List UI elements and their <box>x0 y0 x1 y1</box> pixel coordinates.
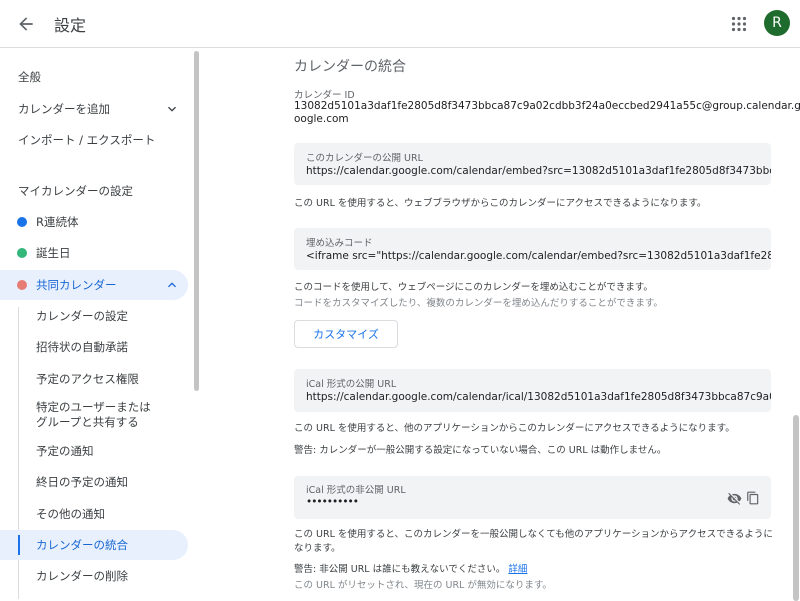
ical-public-url-label: iCal 形式の公開 URL <box>306 379 397 390</box>
embed-code-label: 埋め込みコード <box>306 238 373 249</box>
page-title: 設定 <box>54 16 87 35</box>
sidebar-item-label: R連続体 <box>36 215 79 229</box>
apps-grid-icon[interactable] <box>727 12 751 36</box>
ical-private-url-field[interactable]: iCal 形式の非公開 URL •••••••••• <box>294 476 771 519</box>
ical-private-warning: 警告: 非公開 URL は誰にも教えないでください。 詳細 <box>294 563 774 577</box>
public-url-label: このカレンダーの公開 URL <box>306 153 423 164</box>
ical-private-url-value: •••••••••• <box>306 496 359 508</box>
chevron-up-icon <box>168 282 176 288</box>
ical-public-url-value: https://calendar.google.com/calendar/ica… <box>306 391 771 403</box>
avatar[interactable]: R <box>764 10 790 36</box>
sidebar-item-add-calendar[interactable]: カレンダーを追加 <box>0 94 188 124</box>
copy-icon[interactable] <box>744 489 762 507</box>
public-url-help: この URL を使用すると、ウェブブラウザからこのカレンダーにアクセスできるよう… <box>294 198 707 209</box>
sidebar-sub-allday-notifications[interactable]: 終日の予定の通知 <box>0 467 188 497</box>
sidebar-sub-share-with-people[interactable]: 特定のユーザーまたはグループと共有する <box>0 397 160 433</box>
sidebar-sub-event-notifications[interactable]: 予定の通知 <box>0 436 188 466</box>
embed-code-help: このコードを使用して、ウェブページにこのカレンダーを埋め込むことができます。 <box>294 282 653 293</box>
ical-private-reset-note: この URL がリセットされ、現在の URL が無効になります。 <box>294 580 552 591</box>
ical-public-help: この URL を使用すると、他のアプリケーションからこのカレンダーにアクセスでき… <box>294 423 735 434</box>
calendar-color-dot <box>17 280 27 290</box>
customize-button[interactable]: カスタマイズ <box>294 320 398 348</box>
visibility-off-icon[interactable] <box>725 489 743 507</box>
calendar-color-dot <box>17 217 27 227</box>
settings-sidebar: 全般 カレンダーを追加 インポート / エクスポート マイカレンダーの設定 R連… <box>0 49 199 601</box>
ical-public-url-field[interactable]: iCal 形式の公開 URL https://calendar.google.c… <box>294 369 771 412</box>
app-header: 設定 R <box>0 0 800 48</box>
ical-private-url-label: iCal 形式の非公開 URL <box>306 485 406 496</box>
calendar-color-dot <box>17 248 27 258</box>
sidebar-sub-integrate-calendar[interactable]: カレンダーの統合 <box>0 530 188 560</box>
sidebar-calendar-shared[interactable]: 共同カレンダー <box>0 270 188 300</box>
sidebar-sub-other-notifications[interactable]: その他の通知 <box>0 499 188 529</box>
sidebar-sub-access-permissions[interactable]: 予定のアクセス権限 <box>0 364 188 394</box>
calendar-id-value-line1: 13082d5101a3daf1fe2805d8f3473bbca87c9a02… <box>294 100 800 112</box>
sidebar-sub-remove-calendar[interactable]: カレンダーの削除 <box>0 561 188 591</box>
settings-main: カレンダーの統合 カレンダー ID 13082d5101a3daf1fe2805… <box>200 49 800 601</box>
public-url-value: https://calendar.google.com/calendar/emb… <box>306 165 771 177</box>
chevron-down-icon <box>168 106 176 112</box>
embed-code-customize-note: コードをカスタマイズしたり、複数のカレンダーを埋め込んだりすることができます。 <box>294 298 663 309</box>
embed-code-value: <iframe src="https://calendar.google.com… <box>306 250 771 262</box>
embed-code-field[interactable]: 埋め込みコード <iframe src="https://calendar.go… <box>294 228 771 270</box>
active-indicator <box>18 535 20 555</box>
sidebar-sub-calendar-settings[interactable]: カレンダーの設定 <box>0 301 188 331</box>
section-title: カレンダーの統合 <box>294 59 406 75</box>
sidebar-item-label: カレンダーを追加 <box>18 102 110 116</box>
sidebar-item-label: 共同カレンダー <box>36 278 117 292</box>
ical-private-warning-text: 警告: 非公開 URL は誰にも教えないでください。 <box>294 564 506 575</box>
sidebar-item-import-export[interactable]: インポート / エクスポート <box>0 125 188 155</box>
calendar-id-value-line2: oogle.com <box>294 113 349 125</box>
ical-private-help-line1: この URL を使用すると、このカレンダーを一般公開しなくても他のアプリケーショ… <box>294 529 773 540</box>
sidebar-item-general[interactable]: 全般 <box>0 62 188 92</box>
my-calendars-heading: マイカレンダーの設定 <box>18 184 133 198</box>
back-arrow-icon[interactable] <box>12 10 40 38</box>
sidebar-calendar-birthdays[interactable]: 誕生日 <box>0 238 188 268</box>
ical-public-warning: 警告: カレンダーが一般公開する設定になっていない場合、この URL は動作しま… <box>294 445 667 456</box>
public-url-field[interactable]: このカレンダーの公開 URL https://calendar.google.c… <box>294 143 771 185</box>
main-scrollbar[interactable] <box>793 415 799 601</box>
ical-private-help-line2: なります。 <box>294 543 341 554</box>
learn-more-link[interactable]: 詳細 <box>508 564 527 575</box>
sidebar-scrollbar[interactable] <box>194 51 199 391</box>
sidebar-item-label: 誕生日 <box>36 246 71 260</box>
sidebar-calendar-r[interactable]: R連続体 <box>0 207 188 237</box>
sidebar-sub-auto-accept[interactable]: 招待状の自動承諾 <box>0 332 188 362</box>
